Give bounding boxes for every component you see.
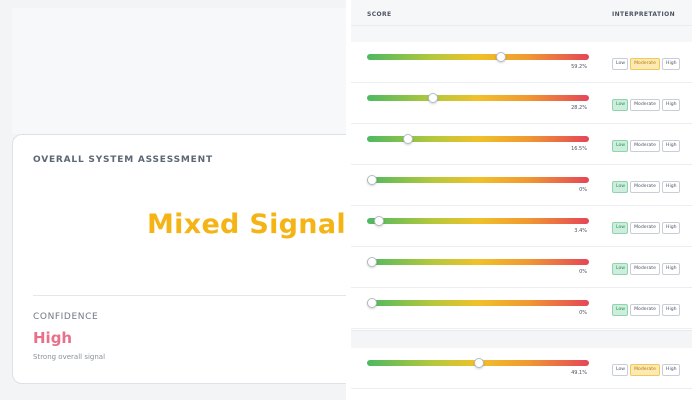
- tag-low[interactable]: Low: [612, 364, 628, 376]
- score-slider-handle[interactable]: [367, 257, 377, 267]
- interpretation-tags: Low Moderate High: [612, 58, 680, 70]
- interpretation-tags: Low Moderate High: [612, 222, 680, 234]
- score-slider-track[interactable]: [367, 134, 589, 144]
- tag-moderate[interactable]: Moderate: [630, 181, 660, 193]
- tag-high[interactable]: High: [662, 181, 680, 193]
- tag-moderate[interactable]: Moderate: [630, 304, 660, 316]
- right-margin: [692, 0, 700, 400]
- tag-high[interactable]: High: [662, 364, 680, 376]
- tag-moderate[interactable]: Moderate: [630, 263, 660, 275]
- score-slider-track[interactable]: [367, 298, 589, 308]
- score-row: 59.2% Low Moderate High: [351, 42, 692, 83]
- interpretation-tags: Low Moderate High: [612, 181, 680, 193]
- tag-high[interactable]: High: [662, 263, 680, 275]
- score-row: 16.5% Low Moderate High: [351, 124, 692, 165]
- tag-high[interactable]: High: [662, 222, 680, 234]
- tag-low[interactable]: Low: [612, 222, 628, 234]
- interpretation-tags: Low Moderate High: [612, 99, 680, 111]
- score-slider-handle[interactable]: [474, 358, 484, 368]
- score-row: 3.4% Low Moderate High: [351, 206, 692, 247]
- confidence-note: Strong overall signal: [33, 353, 106, 361]
- interpretation-tags: Low Moderate High: [612, 304, 680, 316]
- confidence-label: CONFIDENCE: [33, 312, 99, 322]
- tag-high[interactable]: High: [662, 99, 680, 111]
- score-slider-track[interactable]: [367, 52, 589, 62]
- score-row: 0% Low Moderate High: [351, 165, 692, 206]
- score-slider-track[interactable]: [367, 358, 589, 368]
- score-slider-track[interactable]: [367, 93, 589, 103]
- score-table: SCORE INTERPRETATION 59.2% Low Moderate Hig…: [351, 0, 692, 400]
- score-slider-handle[interactable]: [403, 134, 413, 144]
- score-slider-track[interactable]: [367, 216, 589, 226]
- assessment-background: [12, 8, 346, 134]
- score-percent: 3.4%: [574, 228, 587, 234]
- interpretation-tags: Low Moderate High: [612, 364, 680, 376]
- overall-assessment-card: OVERALL SYSTEM ASSESSMENT Mixed Signals …: [12, 134, 362, 384]
- tag-high[interactable]: High: [662, 140, 680, 152]
- score-percent: 0%: [579, 187, 587, 193]
- tag-high[interactable]: High: [662, 304, 680, 316]
- tag-moderate[interactable]: Moderate: [630, 222, 660, 234]
- tag-low[interactable]: Low: [612, 140, 628, 152]
- confidence-value: High: [33, 329, 73, 347]
- score-slider-track[interactable]: [367, 257, 589, 267]
- interpretation-tags: Low Moderate High: [612, 263, 680, 275]
- score-column-header: SCORE: [367, 11, 392, 18]
- score-slider-track[interactable]: [367, 175, 589, 185]
- score-slider-handle[interactable]: [367, 298, 377, 308]
- tag-low[interactable]: Low: [612, 99, 628, 111]
- score-percent: 49.1%: [571, 370, 587, 376]
- interpretation-tags: Low Moderate High: [612, 140, 680, 152]
- score-percent: 59.2%: [571, 64, 587, 70]
- score-percent: 16.5%: [571, 146, 587, 152]
- tag-moderate[interactable]: Moderate: [630, 364, 660, 376]
- assessment-verdict: Mixed Signals: [147, 209, 363, 240]
- header-band: [351, 26, 692, 42]
- tag-high[interactable]: High: [662, 58, 680, 70]
- table-header: SCORE INTERPRETATION: [351, 0, 692, 26]
- section-divider: [351, 330, 692, 348]
- score-row: 49.1% Low Moderate High: [351, 348, 692, 389]
- tag-low[interactable]: Low: [612, 58, 628, 70]
- tag-low[interactable]: Low: [612, 304, 628, 316]
- tag-low[interactable]: Low: [612, 181, 628, 193]
- score-row: 28.2% Low Moderate High: [351, 83, 692, 124]
- assessment-pane: OVERALL SYSTEM ASSESSMENT Mixed Signals …: [0, 0, 362, 400]
- tag-moderate[interactable]: Moderate: [630, 58, 660, 70]
- score-slider-handle[interactable]: [428, 93, 438, 103]
- interpretation-column-header: INTERPRETATION: [612, 11, 676, 18]
- score-slider-handle[interactable]: [374, 216, 384, 226]
- assessment-title: OVERALL SYSTEM ASSESSMENT: [33, 155, 213, 165]
- assessment-divider: [33, 295, 353, 296]
- score-percent: 0%: [579, 269, 587, 275]
- score-slider-handle[interactable]: [496, 52, 506, 62]
- score-row: 0% Low Moderate High: [351, 247, 692, 288]
- score-percent: 0%: [579, 310, 587, 316]
- score-slider-handle[interactable]: [367, 175, 377, 185]
- tag-low[interactable]: Low: [612, 263, 628, 275]
- tag-moderate[interactable]: Moderate: [630, 140, 660, 152]
- score-row: 0% Low Moderate High: [351, 288, 692, 329]
- score-percent: 28.2%: [571, 105, 587, 111]
- tag-moderate[interactable]: Moderate: [630, 99, 660, 111]
